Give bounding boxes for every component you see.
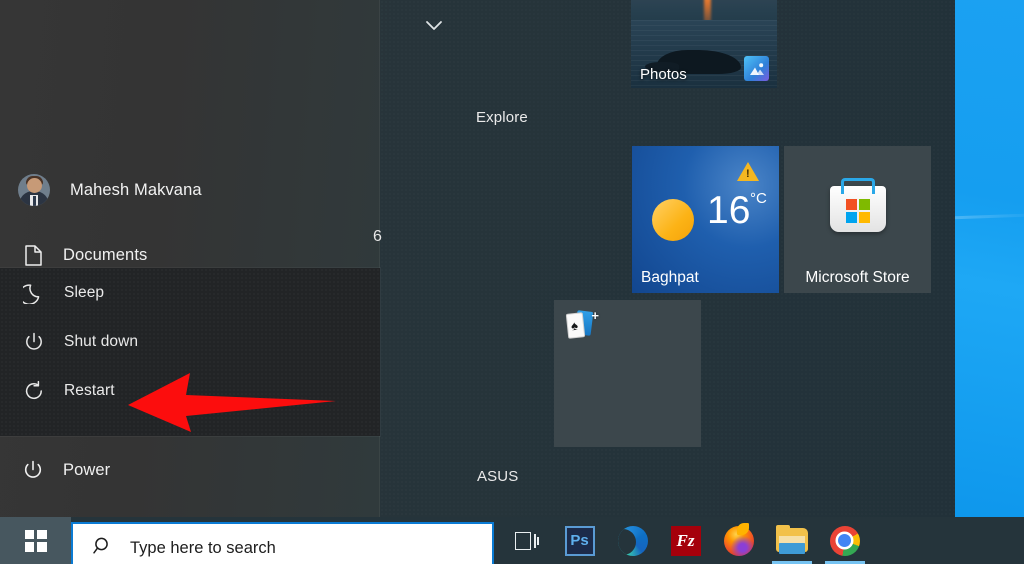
photoshop-icon: Ps: [564, 525, 595, 556]
sidebar-item-documents-label: Documents: [63, 245, 148, 264]
tile-weather-label: Baghpat: [641, 269, 699, 286]
power-icon: [22, 330, 46, 354]
solitaire-icon: ♠ +: [564, 309, 599, 342]
windows-logo-icon: [24, 529, 47, 552]
restart-icon: [22, 379, 46, 403]
menu-item-sleep-label: Sleep: [64, 283, 105, 301]
microsoft-store-icon: [829, 178, 886, 232]
taskbar-item-photoshop[interactable]: Ps: [553, 517, 606, 564]
search-input[interactable]: Type here to search: [71, 522, 494, 564]
user-name-label: Mahesh Makvana: [70, 180, 202, 199]
user-account-item[interactable]: Mahesh Makvana: [0, 168, 380, 212]
power-options-flyout: Sleep Shut down Restart: [0, 268, 380, 436]
power-icon: [22, 459, 44, 481]
photos-icon: [744, 56, 769, 81]
rail-edge-partial-text: 6: [373, 228, 382, 245]
start-menu: Mahesh Makvana Documents 6 Power Sleep S…: [0, 0, 955, 517]
menu-item-sleep[interactable]: Sleep: [0, 268, 380, 317]
chrome-icon: [829, 525, 860, 556]
tile-group-label-asus[interactable]: ASUS: [477, 468, 518, 485]
menu-item-restart-label: Restart: [64, 381, 115, 399]
menu-item-restart[interactable]: Restart: [0, 366, 380, 415]
weather-temperature: 16: [707, 189, 751, 232]
task-view-icon: [514, 531, 539, 550]
taskbar-item-task-view[interactable]: [500, 517, 553, 564]
screen: Mahesh Makvana Documents 6 Power Sleep S…: [0, 0, 1024, 564]
tile-weather-baghpat[interactable]: ! 16 °C Baghpat: [632, 146, 779, 293]
taskbar-item-chrome[interactable]: [818, 517, 871, 564]
taskbar: Type here to search Ps Fz: [0, 517, 1024, 564]
tile-microsoft-store[interactable]: Microsoft Store: [784, 146, 931, 293]
chevron-down-icon[interactable]: [420, 12, 448, 40]
desktop-wallpaper[interactable]: [955, 0, 1024, 517]
taskbar-item-firefox[interactable]: [712, 517, 765, 564]
avatar[interactable]: [18, 174, 50, 206]
tile-photos-label: Photos: [640, 66, 687, 83]
sun-icon: [652, 199, 694, 241]
filezilla-icon: Fz: [670, 525, 701, 556]
document-icon: [22, 244, 44, 266]
start-button[interactable]: [0, 517, 71, 564]
tile-photos[interactable]: Photos: [631, 0, 777, 88]
taskbar-item-filezilla[interactable]: Fz: [659, 517, 712, 564]
search-placeholder-text: Type here to search: [130, 538, 276, 557]
moon-icon: [22, 281, 46, 305]
tile-microsoft-store-label: Microsoft Store: [805, 269, 910, 286]
file-explorer-icon: [775, 524, 808, 554]
tile-solitaire[interactable]: ♠ +: [554, 300, 701, 447]
taskbar-item-file-explorer[interactable]: [765, 517, 818, 564]
weather-unit: °C: [750, 190, 767, 207]
taskbar-app-icons: Ps Fz: [500, 517, 871, 564]
warning-exclamation: !: [746, 168, 750, 180]
sidebar-item-power-label: Power: [63, 460, 111, 479]
firefox-icon: [723, 522, 754, 556]
sidebar-item-power[interactable]: Power: [0, 448, 380, 492]
edge-icon: [617, 525, 648, 556]
menu-item-shut-down[interactable]: Shut down: [0, 317, 380, 366]
search-icon: [93, 536, 113, 561]
taskbar-item-edge[interactable]: [606, 517, 659, 564]
menu-item-shut-down-label: Shut down: [64, 332, 139, 350]
tile-group-label-explore[interactable]: Explore: [476, 109, 528, 126]
